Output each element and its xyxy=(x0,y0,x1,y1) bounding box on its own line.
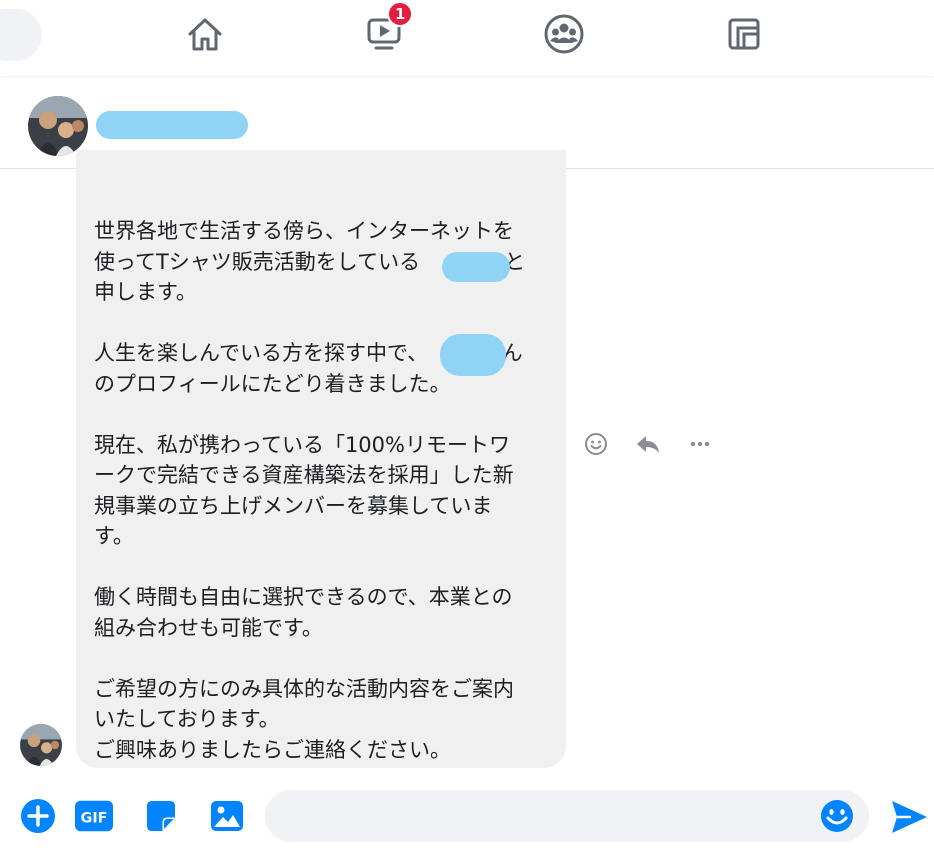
notification-badge: 1 xyxy=(387,1,414,27)
emoji-button[interactable] xyxy=(819,798,855,834)
message-actions xyxy=(580,428,720,460)
gif-label: GIF xyxy=(81,811,108,827)
contact-avatar[interactable] xyxy=(28,96,88,156)
message-input[interactable] xyxy=(283,790,807,844)
react-button[interactable] xyxy=(580,428,612,460)
message-bubble: 世界各地で生活する傍ら、インターネットを 使ってTシャツ販売活動をしている と … xyxy=(76,150,566,768)
react-icon xyxy=(585,433,607,455)
home-icon xyxy=(188,18,222,51)
more-icon xyxy=(690,441,710,447)
groups-icon xyxy=(544,14,584,54)
composer: GIF xyxy=(0,776,934,852)
add-icon xyxy=(21,799,55,833)
sticker-button[interactable] xyxy=(141,796,181,836)
contact-name[interactable]: - xyxy=(96,111,248,139)
gif-icon: GIF xyxy=(74,800,114,832)
send-button[interactable] xyxy=(888,796,930,838)
more-button[interactable] xyxy=(684,428,716,460)
add-button[interactable] xyxy=(18,796,58,836)
reply-button[interactable] xyxy=(632,428,664,460)
send-icon xyxy=(892,801,927,833)
sticker-icon xyxy=(147,801,175,831)
image-button[interactable] xyxy=(207,796,247,836)
message-input-wrapper xyxy=(265,790,869,844)
emoji-icon xyxy=(821,800,853,832)
redaction-mark xyxy=(440,334,506,376)
message-text: 世界各地で生活する傍ら、インターネットを 使ってTシャツ販売活動をしている と … xyxy=(94,219,526,762)
search-field[interactable] xyxy=(0,9,42,61)
nav-groups[interactable] xyxy=(542,12,586,56)
top-navigation: 1 xyxy=(0,0,934,76)
nav-gaming[interactable] xyxy=(722,12,766,56)
gif-button[interactable]: GIF xyxy=(74,796,114,836)
sender-avatar[interactable] xyxy=(20,724,62,766)
nav-watch[interactable]: 1 xyxy=(362,1,414,56)
image-icon xyxy=(211,801,243,831)
contact-name-text: - xyxy=(96,111,102,130)
redaction-mark xyxy=(442,252,510,282)
gaming-icon xyxy=(728,18,760,50)
reply-icon xyxy=(637,436,659,453)
nav-home[interactable] xyxy=(183,12,227,56)
